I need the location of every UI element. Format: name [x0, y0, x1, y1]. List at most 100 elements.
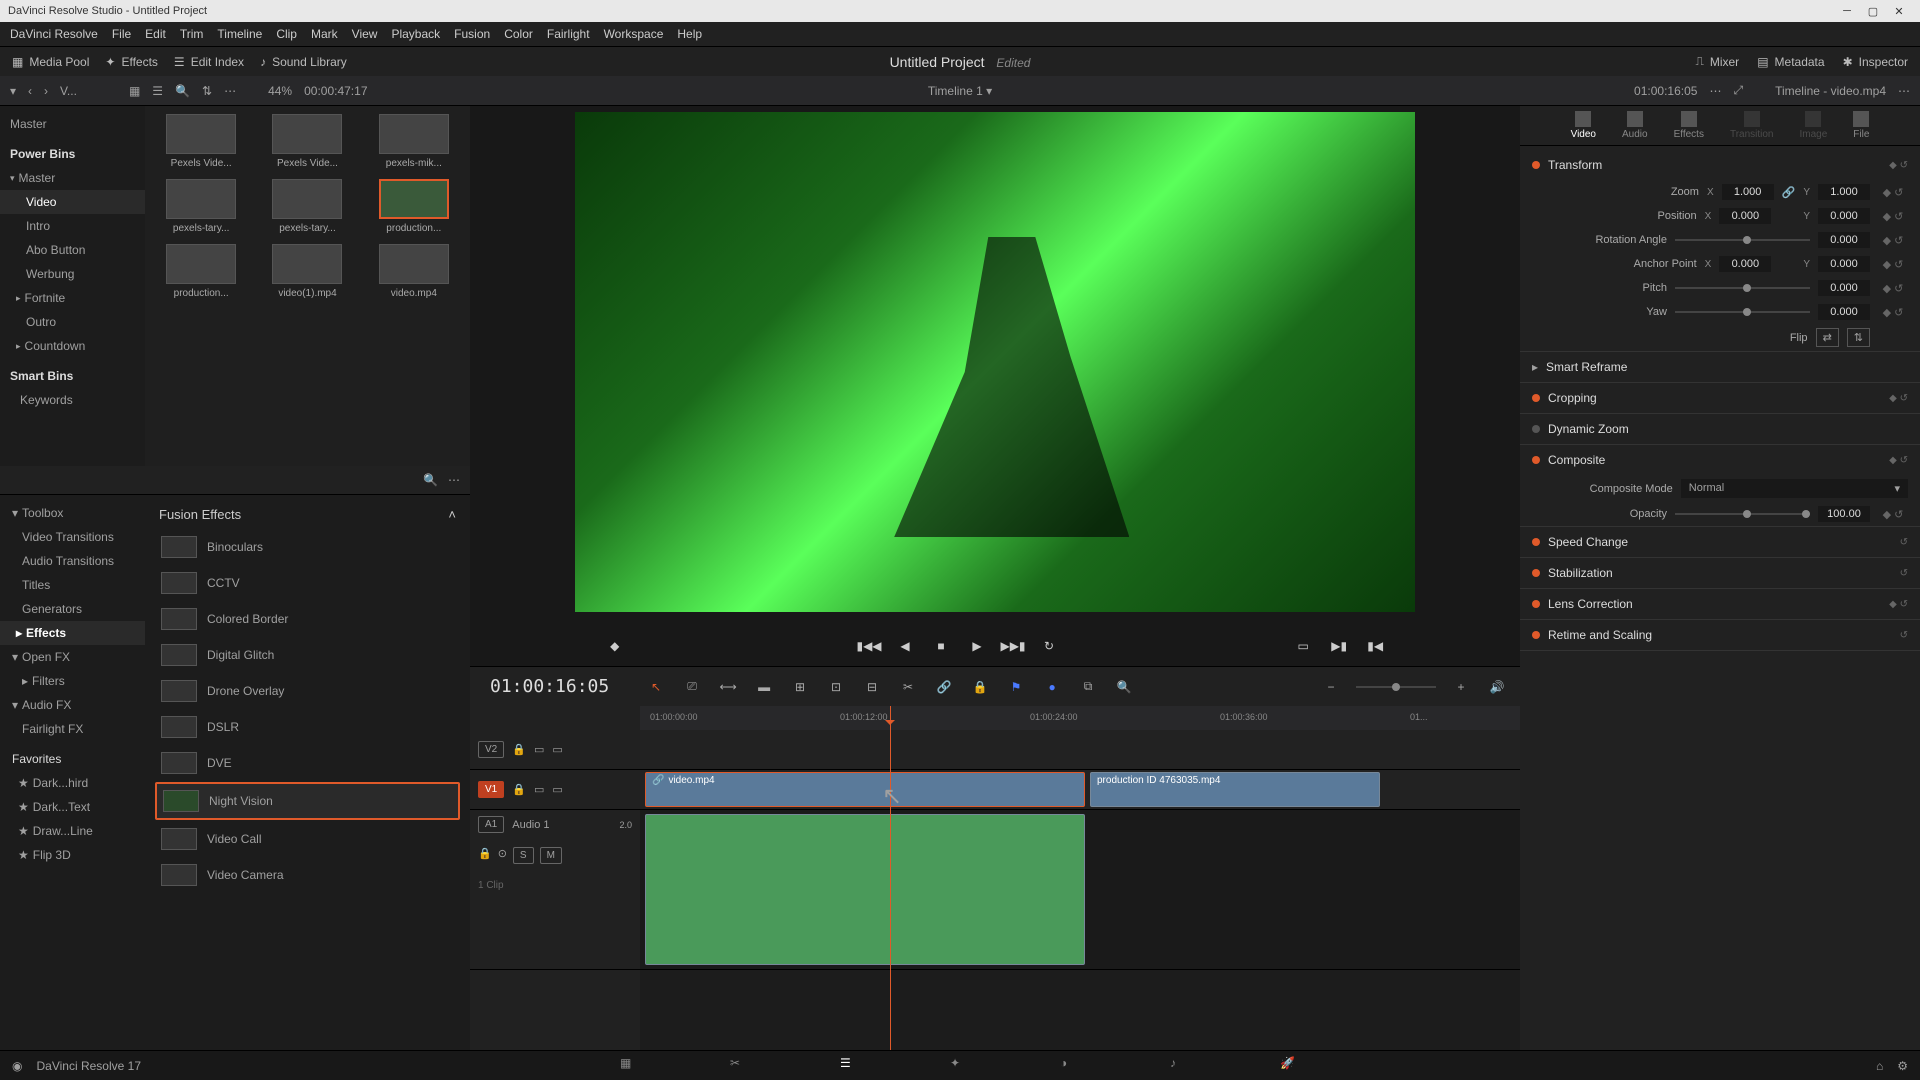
folder-countdown[interactable]: ▸Countdown	[0, 334, 145, 358]
keyframe-icon[interactable]: ◆ ↺	[1878, 210, 1908, 223]
zoom-out-icon[interactable]: −	[1320, 676, 1342, 698]
record-arm-icon[interactable]: ⊙	[498, 847, 507, 864]
opacity-slider[interactable]	[1675, 513, 1810, 515]
lock-icon[interactable]: 🔒	[512, 783, 526, 796]
track-enable-icon[interactable]: ▭	[534, 743, 544, 756]
options-icon[interactable]: ⋯	[224, 84, 236, 98]
pitch-slider[interactable]	[1675, 287, 1810, 289]
clip-video[interactable]: 🔗video.mp4	[645, 772, 1085, 807]
yaw-input[interactable]: 0.000	[1818, 304, 1870, 320]
page-edit-icon[interactable]: ☰	[840, 1056, 860, 1076]
effects-titles[interactable]: Titles	[0, 573, 145, 597]
flip-h-button[interactable]: ⇄	[1816, 328, 1839, 347]
favorite-item[interactable]: ★ Flip 3D	[0, 843, 145, 867]
razor-icon[interactable]: ✂	[897, 676, 919, 698]
link-icon[interactable]: 🔗	[933, 676, 955, 698]
bin-view-icon[interactable]: ▾	[10, 84, 16, 98]
effect-digital-glitch[interactable]: Digital Glitch	[155, 638, 460, 672]
media-pool-toggle[interactable]: ▦Media Pool	[12, 55, 89, 69]
audio-icon[interactable]: 🔊	[1486, 676, 1508, 698]
menu-edit[interactable]: Edit	[145, 27, 166, 41]
menu-fusion[interactable]: Fusion	[454, 27, 490, 41]
folder-outro[interactable]: Outro	[0, 310, 145, 334]
menu-workspace[interactable]: Workspace	[604, 27, 664, 41]
effects-search-icon[interactable]: 🔍	[423, 473, 438, 487]
media-clip[interactable]: Pexels Vide...	[259, 114, 355, 169]
list-view-icon[interactable]: ☰	[152, 84, 163, 98]
clip-production[interactable]: production ID 4763035.mp4	[1090, 772, 1380, 807]
folder-master-root[interactable]: Master	[0, 112, 145, 136]
effects-openfx[interactable]: ▾Open FX	[0, 645, 145, 669]
folder-power-bins[interactable]: Power Bins	[0, 142, 145, 166]
menu-file[interactable]: File	[112, 27, 131, 41]
menu-mark[interactable]: Mark	[311, 27, 338, 41]
zoom-x-input[interactable]: 1.000	[1722, 184, 1774, 200]
speed-change-header[interactable]: Speed Change↺	[1520, 527, 1920, 557]
thumb-view-icon[interactable]: ▦	[129, 84, 140, 98]
rotation-slider[interactable]	[1675, 239, 1810, 241]
anchor-y-input[interactable]: 0.000	[1818, 256, 1870, 272]
expand-icon[interactable]: ⤢	[1733, 83, 1743, 98]
rotation-input[interactable]: 0.000	[1818, 232, 1870, 248]
keyframe-icon[interactable]: ◆ ↺	[1878, 258, 1908, 271]
edit-index-toggle[interactable]: ☰Edit Index	[174, 55, 244, 69]
stop-icon[interactable]: ■	[931, 636, 951, 656]
media-clip[interactable]: Pexels Vide...	[153, 114, 249, 169]
project-settings-icon[interactable]: ⚙	[1897, 1059, 1908, 1073]
folder-master[interactable]: ▾Master	[0, 166, 145, 190]
chevron-up-icon[interactable]: ˄	[448, 507, 456, 522]
track-header-a1[interactable]: A1 Audio 1 2.0 🔒 ⊙ S M 1 Clip	[470, 810, 640, 970]
composite-header[interactable]: Composite◆ ↺	[1520, 445, 1920, 475]
mixer-toggle[interactable]: ⎍Mixer	[1695, 54, 1739, 69]
zoom-y-input[interactable]: 1.000	[1818, 184, 1870, 200]
media-clip[interactable]: pexels-tary...	[259, 179, 355, 234]
yaw-slider[interactable]	[1675, 311, 1810, 313]
inspector-tab-video[interactable]: Video	[1571, 111, 1596, 140]
menu-view[interactable]: View	[352, 27, 378, 41]
media-clip[interactable]: video.mp4	[366, 244, 462, 299]
media-clip-selected[interactable]: production...	[366, 179, 462, 234]
inspector-tab-audio[interactable]: Audio	[1622, 111, 1648, 140]
inspector-expand-icon[interactable]: ⋯	[1898, 84, 1910, 98]
effects-audio-transitions[interactable]: Audio Transitions	[0, 549, 145, 573]
menu-clip[interactable]: Clip	[276, 27, 297, 41]
solo-button[interactable]: S	[513, 847, 534, 864]
effects-toggle[interactable]: ✦Effects	[105, 55, 158, 69]
lock-icon[interactable]: 🔒	[969, 676, 991, 698]
folder-werbung[interactable]: Werbung	[0, 262, 145, 286]
page-color-icon[interactable]: ◑	[1060, 1056, 1080, 1076]
timeline-name[interactable]: Timeline 1 ▾	[928, 84, 992, 98]
replace-icon[interactable]: ⊟	[861, 676, 883, 698]
sound-library-toggle[interactable]: ♪Sound Library	[260, 55, 347, 69]
menu-help[interactable]: Help	[677, 27, 702, 41]
fullscreen-icon[interactable]: ▭	[1293, 636, 1313, 656]
favorite-item[interactable]: ★ Dark...hird	[0, 771, 145, 795]
folder-abo-button[interactable]: Abo Button	[0, 238, 145, 262]
page-fusion-icon[interactable]: ✦	[950, 1056, 970, 1076]
effect-dve[interactable]: DVE	[155, 746, 460, 780]
effect-video-call[interactable]: Video Call	[155, 822, 460, 856]
pitch-input[interactable]: 0.000	[1818, 280, 1870, 296]
metadata-toggle[interactable]: ▤Metadata	[1757, 54, 1824, 69]
zoom-in-icon[interactable]: +	[1450, 676, 1472, 698]
smart-reframe-header[interactable]: ▸Smart Reframe	[1520, 352, 1920, 382]
inspector-tab-transition[interactable]: Transition	[1730, 111, 1774, 140]
blade-tool-icon[interactable]: ▬	[753, 676, 775, 698]
menu-timeline[interactable]: Timeline	[217, 27, 262, 41]
effects-generators[interactable]: Generators	[0, 597, 145, 621]
lock-icon[interactable]: 🔒	[478, 847, 492, 864]
loop-icon[interactable]: ↻	[1039, 636, 1059, 656]
trim-tool-icon[interactable]: ⎚	[681, 676, 703, 698]
insert-icon[interactable]: ⊞	[789, 676, 811, 698]
track-view-icon[interactable]: ▭	[552, 783, 562, 796]
effect-binoculars[interactable]: Binoculars	[155, 530, 460, 564]
retime-scaling-header[interactable]: Retime and Scaling↺	[1520, 620, 1920, 650]
media-clip[interactable]: production...	[153, 244, 249, 299]
inspector-tab-file[interactable]: File	[1853, 111, 1869, 140]
folder-intro[interactable]: Intro	[0, 214, 145, 238]
inspector-tab-image[interactable]: Image	[1800, 111, 1828, 140]
link-icon[interactable]: 🔗	[1782, 186, 1796, 199]
page-fairlight-icon[interactable]: ♪	[1170, 1056, 1190, 1076]
viewer-canvas[interactable]	[575, 112, 1415, 612]
folder-keywords[interactable]: Keywords	[0, 388, 145, 412]
